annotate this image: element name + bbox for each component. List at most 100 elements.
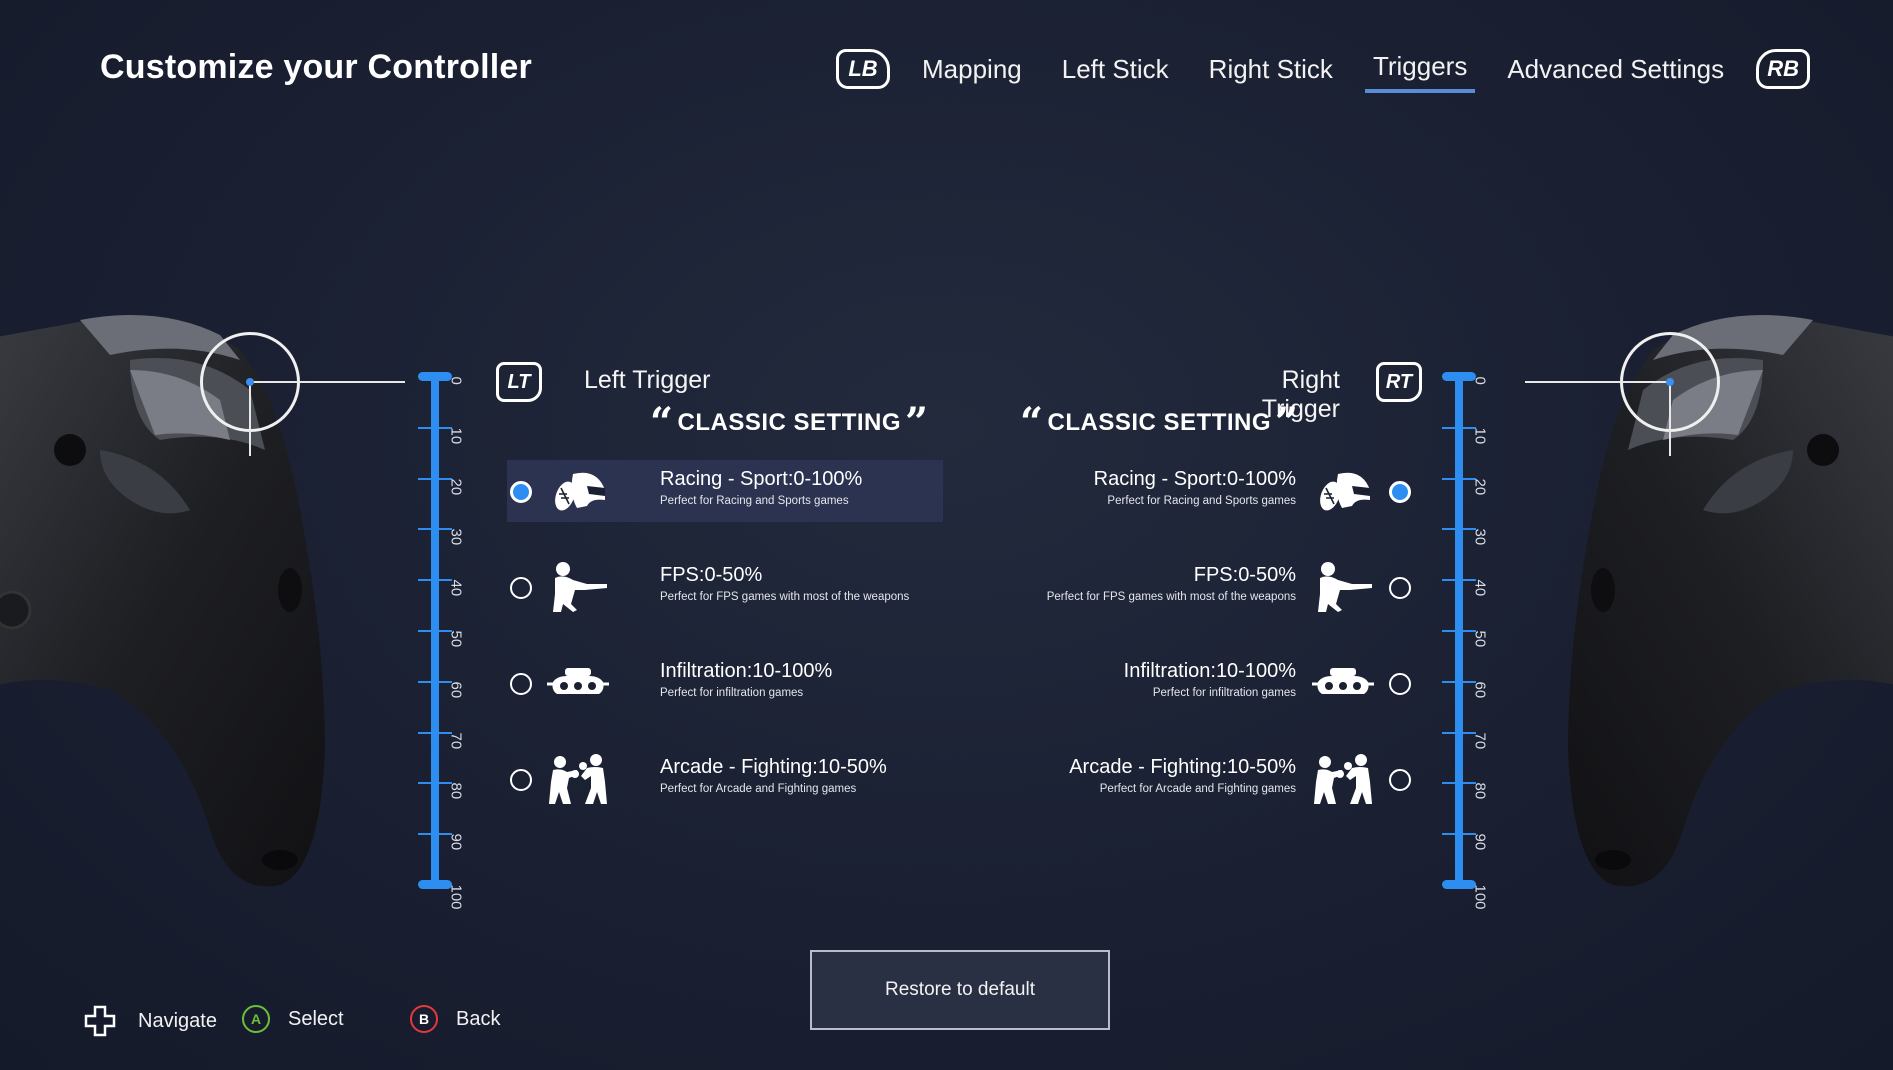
right-classic-setting-heading: “ CLASSIC SETTING ” (1020, 399, 1299, 446)
tab-left-stick[interactable]: Left Stick (1042, 48, 1189, 90)
scale-tick-label: 30 (447, 528, 465, 546)
radio-button[interactable] (1389, 577, 1411, 599)
close-quote-icon: ” (1275, 399, 1299, 446)
left_trigger-option-row[interactable]: FPS:0-50% Perfect for FPS games with most… (507, 556, 943, 618)
fighters-icon (547, 752, 609, 806)
helmet-football-icon (547, 464, 609, 518)
open-quote-icon: “ (1020, 399, 1044, 446)
right_trigger-option-row[interactable]: Infiltration:10-100% Perfect for infiltra… (1000, 652, 1436, 714)
restore-default-button[interactable]: Restore to default (810, 950, 1110, 1030)
option-description: Perfect for infiltration games (660, 687, 804, 699)
scale-tick-label: 60 (1471, 681, 1489, 698)
radio-button[interactable] (1389, 673, 1411, 695)
scale-tick-label: 60 (447, 681, 465, 698)
top-nav: LB Mapping Left Stick Right Stick Trigge… (836, 45, 1811, 93)
radio-button[interactable] (510, 481, 532, 503)
right-trigger-scale[interactable]: 0 10 20 30 40 50 60 70 80 90 100 (1442, 370, 1522, 910)
tab-advanced-settings[interactable]: Advanced Settings (1487, 48, 1744, 90)
option-description: Perfect for Arcade and Fighting games (1099, 783, 1296, 795)
left_trigger-option-row[interactable]: Racing - Sport:0-100% Perfect for Racing … (507, 460, 943, 522)
right-controller-image (1553, 310, 1893, 900)
scale-tick-label: 20 (447, 478, 465, 495)
footer-back-hint: B Back (410, 1005, 500, 1033)
option-description: Perfect for Arcade and Fighting games (660, 783, 857, 795)
left-trigger-scale[interactable]: 0 10 20 30 40 50 60 70 80 90 100 (418, 370, 498, 910)
option-name: Arcade - Fighting:10-50% (1069, 756, 1296, 778)
option-name: FPS:0-50% (660, 564, 763, 586)
option-description: Perfect for Racing and Sports games (660, 495, 849, 507)
scale-tick-label: 10 (1471, 427, 1489, 444)
fighters-icon (1312, 752, 1374, 806)
option-name: Arcade - Fighting:10-50% (660, 756, 887, 778)
right-trigger-callout-dot (1666, 378, 1674, 386)
navigate-label: Navigate (138, 1009, 217, 1032)
scale-tick-label: 50 (1471, 630, 1489, 648)
scale-tick-label: 0 (1471, 376, 1489, 385)
rt-trigger-icon: RT (1376, 362, 1422, 402)
controller-right-icon (1568, 315, 1893, 887)
scale-tick-label: 0 (447, 376, 465, 385)
scale-tick-label: 20 (1471, 478, 1489, 495)
tab-right-stick[interactable]: Right Stick (1189, 48, 1353, 90)
scale-tick-label: 70 (1471, 732, 1489, 749)
option-name: Racing - Sport:0-100% (1093, 468, 1296, 490)
left_trigger-option-row[interactable]: Infiltration:10-100% Perfect for infiltra… (507, 652, 943, 714)
tab-triggers[interactable]: Triggers (1353, 45, 1487, 93)
right_trigger-option-row[interactable]: Arcade - Fighting:10-50% Perfect for Arca… (1000, 748, 1436, 810)
footer-navigate-hint: Navigate (84, 1005, 217, 1037)
shooter-icon (547, 560, 609, 614)
option-description: Perfect for FPS games with most of the w… (1046, 591, 1296, 603)
lt-trigger-icon: LT (496, 362, 542, 402)
scale-tick-label: 50 (447, 630, 465, 648)
scale-tick-label: 70 (447, 732, 465, 749)
open-quote-icon: “ (650, 399, 674, 446)
scale-tick-label: 100 (447, 884, 465, 910)
night-vision-goggles-icon (1312, 656, 1374, 710)
option-description: Perfect for Racing and Sports games (1107, 495, 1296, 507)
radio-button[interactable] (510, 769, 532, 791)
scale-tick-label: 30 (1471, 528, 1489, 546)
shooter-icon (1312, 560, 1374, 614)
scale-tick-label: 90 (1471, 833, 1489, 851)
radio-button[interactable] (1389, 769, 1411, 791)
scale-tick-label: 40 (1471, 579, 1489, 597)
right-trigger-callout-line (1525, 381, 1670, 383)
back-label: Back (456, 1007, 501, 1030)
right-trigger-callout-vline (1669, 381, 1671, 456)
night-vision-goggles-icon (547, 656, 609, 710)
select-label: Select (288, 1007, 344, 1030)
close-quote-icon: ” (905, 399, 929, 446)
left_trigger-option-row[interactable]: Arcade - Fighting:10-50% Perfect for Arca… (507, 748, 943, 810)
scale-tick-label: 90 (447, 833, 465, 851)
option-name: FPS:0-50% (1193, 564, 1296, 586)
left-trigger-callout-line (250, 381, 405, 383)
scale-tick-label: 80 (1471, 782, 1489, 800)
page-title: Customize your Controller (100, 48, 532, 86)
option-description: Perfect for infiltration games (1152, 687, 1296, 699)
dpad-icon (84, 1005, 116, 1037)
option-name: Infiltration:10-100% (660, 660, 833, 682)
b-button-icon: B (410, 1005, 438, 1033)
lb-bumper-icon[interactable]: LB (836, 49, 890, 89)
tab-mapping[interactable]: Mapping (902, 48, 1042, 90)
left-classic-setting-heading: “ CLASSIC SETTING ” (650, 399, 929, 446)
right-section-label: CLASSIC SETTING (1047, 409, 1272, 436)
option-name: Racing - Sport:0-100% (660, 468, 863, 490)
left-trigger-callout-vline (249, 381, 251, 456)
rb-bumper-icon[interactable]: RB (1756, 49, 1811, 89)
option-description: Perfect for FPS games with most of the w… (660, 591, 910, 603)
right_trigger-option-row[interactable]: Racing - Sport:0-100% Perfect for Racing … (1000, 460, 1436, 522)
footer-select-hint: A Select (242, 1005, 344, 1033)
left-trigger-title: Left Trigger (584, 366, 711, 394)
scale-tick-label: 40 (447, 579, 465, 597)
left-section-label: CLASSIC SETTING (677, 409, 902, 436)
scale-tick-label: 80 (447, 782, 465, 800)
radio-button[interactable] (510, 577, 532, 599)
radio-button[interactable] (510, 673, 532, 695)
radio-button[interactable] (1389, 481, 1411, 503)
scale-tick-label: 10 (447, 427, 465, 444)
left-trigger-callout-dot (246, 378, 254, 386)
right_trigger-option-row[interactable]: FPS:0-50% Perfect for FPS games with most… (1000, 556, 1436, 618)
scale-tick-label: 100 (1471, 884, 1489, 910)
a-button-icon: A (242, 1005, 270, 1033)
